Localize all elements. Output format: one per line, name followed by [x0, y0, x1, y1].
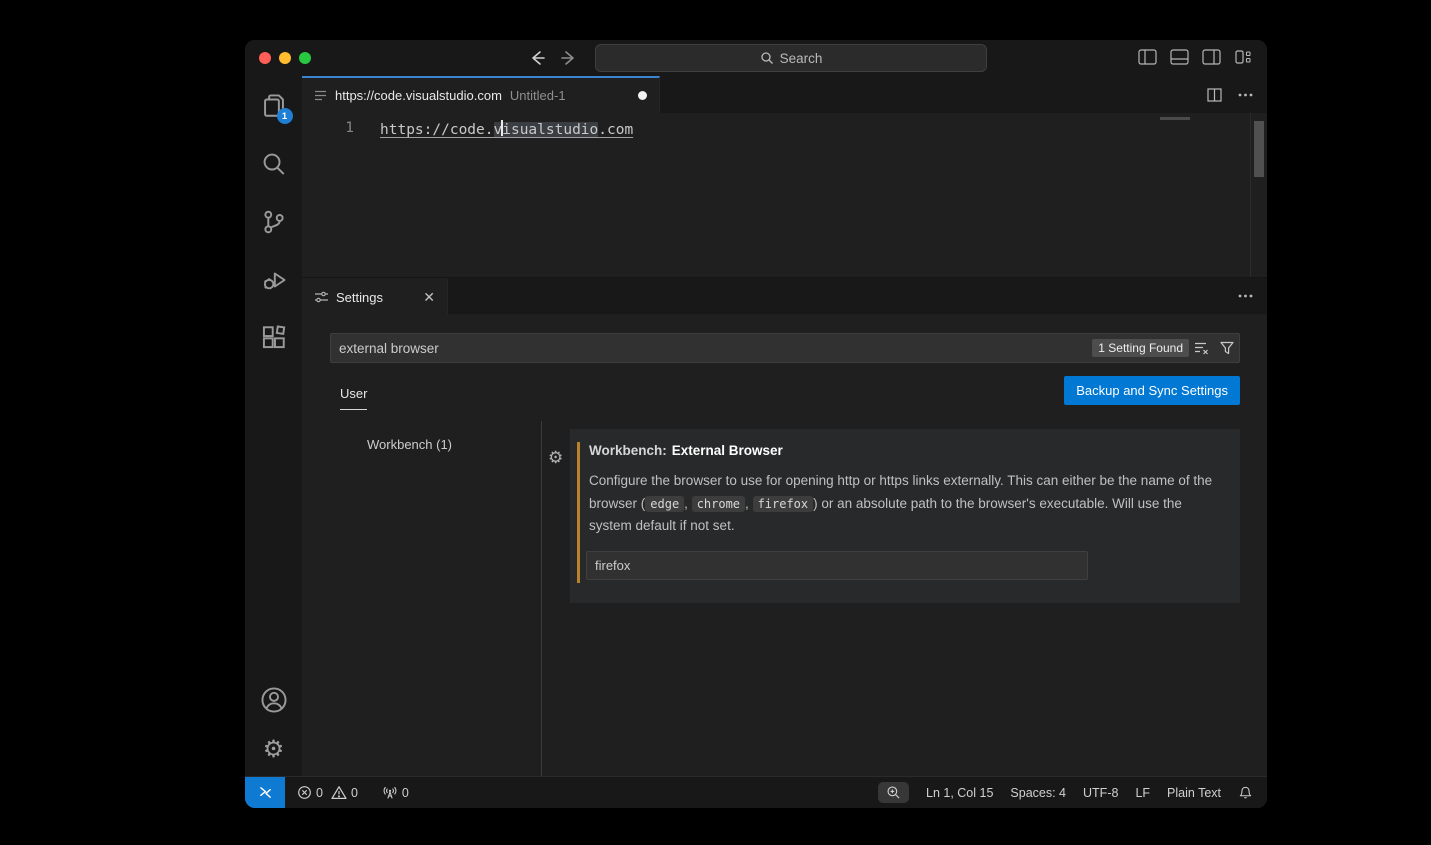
- encoding[interactable]: UTF-8: [1083, 786, 1118, 800]
- code-chip-chrome: chrome: [692, 496, 745, 512]
- code-chip-edge: edge: [645, 496, 684, 512]
- dirty-indicator-icon[interactable]: [638, 91, 647, 100]
- toggle-primary-sidebar-icon[interactable]: [1138, 49, 1157, 65]
- plain-text-file-icon: [314, 89, 327, 102]
- warnings-count: 0: [351, 786, 358, 800]
- setting-category: Workbench:: [589, 443, 667, 458]
- sidebar-item-source-control[interactable]: [260, 208, 288, 236]
- errors-icon: [297, 785, 312, 800]
- warnings-icon: [331, 785, 347, 800]
- ports-count: 0: [402, 786, 409, 800]
- code-chip-firefox: firefox: [753, 496, 814, 512]
- back-icon[interactable]: [528, 46, 546, 70]
- settings-toc: Workbench (1): [302, 421, 542, 776]
- search-icon: [760, 51, 774, 65]
- line-number: 1: [302, 120, 380, 138]
- settings-count-badge: 1 Setting Found: [1092, 339, 1189, 357]
- scrollbar-thumb[interactable]: [1254, 121, 1264, 177]
- code-line-link[interactable]: https://code.visualstudio.com: [380, 120, 633, 138]
- more-actions-icon[interactable]: [1238, 93, 1253, 97]
- toggle-secondary-sidebar-icon[interactable]: [1202, 49, 1221, 65]
- editor-group2-tabbar: Settings ✕: [302, 277, 1267, 314]
- setting-gear-icon[interactable]: ⚙: [548, 449, 563, 466]
- manage-settings-button[interactable]: ⚙: [260, 736, 288, 764]
- sidebar-item-run-debug[interactable]: [260, 266, 288, 294]
- ports-indicator[interactable]: 0: [382, 785, 409, 800]
- language-mode[interactable]: Plain Text: [1167, 786, 1221, 800]
- setting-label: External Browser: [672, 443, 783, 458]
- account-icon: [260, 686, 288, 714]
- extensions-icon: [261, 325, 287, 351]
- problems-indicator[interactable]: 0 0: [297, 785, 358, 800]
- indentation[interactable]: Spaces: 4: [1010, 786, 1066, 800]
- more-actions-icon[interactable]: [1238, 294, 1253, 298]
- status-bar: 0 0 0 Ln 1, Col 15 Spaces: 4: [245, 776, 1267, 808]
- editor-scrollbar[interactable]: [1250, 113, 1267, 277]
- source-control-icon: [261, 209, 287, 235]
- accounts-button[interactable]: [260, 686, 288, 714]
- errors-count: 0: [316, 786, 323, 800]
- minimap: [1160, 117, 1190, 120]
- tab-untitled-1[interactable]: https://code.visualstudio.com Untitled-1: [302, 76, 660, 113]
- tab-secondary-label: Untitled-1: [510, 88, 566, 103]
- clear-filters-icon[interactable]: [1194, 341, 1210, 355]
- remote-indicator[interactable]: [245, 777, 285, 808]
- tab-title: https://code.visualstudio.com: [335, 88, 502, 103]
- search-icon: [261, 151, 287, 177]
- forward-icon[interactable]: [560, 46, 578, 70]
- customize-layout-icon[interactable]: [1234, 49, 1252, 65]
- sidebar-item-search[interactable]: [260, 150, 288, 178]
- setting-row-external-browser: Workbench: External Browser Configure the…: [570, 429, 1240, 603]
- backup-sync-settings-button[interactable]: Backup and Sync Settings: [1064, 376, 1240, 405]
- zoom-window-button[interactable]: [299, 52, 311, 64]
- tab-settings[interactable]: Settings ✕: [302, 278, 448, 314]
- radio-tower-icon: [382, 785, 398, 800]
- remote-icon: [258, 785, 273, 800]
- filter-icon[interactable]: [1220, 341, 1234, 355]
- search-placeholder: Search: [780, 51, 823, 66]
- zoom-indicator[interactable]: [878, 782, 909, 803]
- modified-indicator: [577, 442, 580, 583]
- close-window-button[interactable]: [259, 52, 271, 64]
- explorer-badge: 1: [277, 108, 293, 124]
- eol-sequence[interactable]: LF: [1135, 786, 1150, 800]
- notifications-bell-icon[interactable]: [1238, 785, 1253, 800]
- close-tab-icon[interactable]: ✕: [423, 290, 435, 304]
- title-bar: Search: [245, 40, 1267, 76]
- settings-search-bar: 1 Setting Found: [330, 333, 1240, 363]
- traffic-lights: [259, 52, 311, 64]
- run-debug-icon: [261, 267, 287, 293]
- tab-user-scope[interactable]: User: [340, 386, 367, 410]
- tab-title: Settings: [336, 290, 383, 305]
- split-editor-icon[interactable]: [1207, 88, 1222, 102]
- editor-group1-tabbar: https://code.visualstudio.com Untitled-1: [302, 76, 1267, 113]
- setting-title: Workbench: External Browser: [589, 443, 783, 458]
- settings-editor: 1 Setting Found User Backup and Sync Set…: [302, 314, 1267, 776]
- sidebar-item-extensions[interactable]: [260, 324, 288, 352]
- vscode-window: Search 1: [245, 40, 1267, 808]
- settings-list: ⚙ Workbench: External Browser Configure t…: [542, 421, 1267, 776]
- settings-search-input[interactable]: [331, 341, 1092, 356]
- command-center-search[interactable]: Search: [595, 44, 987, 72]
- text-editor[interactable]: 1 https://code.visualstudio.com: [302, 113, 1267, 277]
- settings-sliders-icon: [314, 290, 328, 304]
- minimize-window-button[interactable]: [279, 52, 291, 64]
- toc-item-workbench[interactable]: Workbench (1): [367, 437, 541, 452]
- setting-value-input[interactable]: [586, 551, 1088, 580]
- zoom-in-icon: [886, 785, 901, 800]
- activity-bar: 1: [245, 76, 302, 776]
- gear-icon: ⚙: [263, 738, 285, 762]
- setting-description: Configure the browser to use for opening…: [589, 470, 1221, 538]
- sidebar-item-explorer[interactable]: 1: [260, 92, 288, 120]
- cursor-position[interactable]: Ln 1, Col 15: [926, 786, 993, 800]
- toggle-panel-icon[interactable]: [1170, 49, 1189, 65]
